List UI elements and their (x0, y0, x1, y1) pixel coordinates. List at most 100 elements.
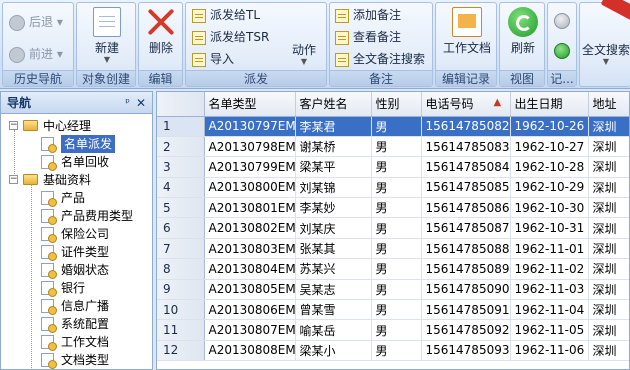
cell-customer-name[interactable]: 张某其 (295, 238, 372, 260)
cell-birth-date[interactable]: 1962-10-27 (510, 136, 589, 158)
cell-gender[interactable]: 男 (371, 319, 422, 341)
cell-address[interactable]: 深圳 (588, 136, 629, 158)
forward-button[interactable]: 前进 ▾ (9, 45, 63, 63)
tree-item[interactable]: 证件类型 (1, 243, 151, 261)
column-header-birth-date[interactable]: 出生日期 (510, 92, 589, 117)
import-button[interactable]: 导入 (192, 50, 234, 68)
column-header-phone[interactable]: 电话号码 ▲ (421, 92, 511, 117)
cell-phone[interactable]: 15614785088 (421, 238, 511, 260)
cell-birth-date[interactable]: 1962-11-04 (510, 299, 589, 321)
cell-customer-name[interactable]: 吴某志 (295, 279, 372, 301)
tree-item[interactable]: 信息广播 (1, 297, 151, 315)
cell-list-type[interactable]: A20130807EM (204, 319, 296, 341)
cell-phone[interactable]: 15614785084 (421, 156, 511, 178)
cell-birth-date[interactable]: 1962-11-01 (510, 238, 589, 260)
new-button[interactable]: 新建 ▼ (91, 7, 123, 64)
record-down-button[interactable] (554, 43, 570, 61)
cell-customer-name[interactable]: 谢某桥 (295, 136, 372, 158)
cell-birth-date[interactable]: 1962-10-31 (510, 217, 589, 239)
cell-phone[interactable]: 15614785091 (421, 299, 511, 321)
row-number[interactable]: 7 (157, 238, 205, 260)
cell-address[interactable]: 深圳 (588, 217, 629, 239)
record-up-button[interactable] (554, 13, 570, 31)
cell-customer-name[interactable]: 梁某小 (295, 340, 372, 362)
row-number[interactable]: 12 (157, 340, 205, 362)
cell-list-type[interactable]: A20130797EM (204, 116, 296, 137)
fulltext-note-search-button[interactable]: 全文备注搜索 (335, 50, 425, 68)
cell-customer-name[interactable]: 李某君 (295, 116, 372, 137)
column-header-list-type[interactable]: 名单类型 (204, 92, 296, 117)
table-row[interactable]: 7 A20130803EM 张某其男 15614785088 1962-11-01 深圳 (157, 238, 629, 260)
cell-gender[interactable]: 男 (371, 177, 422, 199)
tree-item[interactable]: 婚姻状态 (1, 261, 151, 279)
work-doc-button[interactable]: 工作文档 (440, 7, 494, 56)
row-number[interactable]: 8 (157, 258, 205, 280)
tree-item[interactable]: − 中心经理 (1, 117, 151, 135)
cell-birth-date[interactable]: 1962-11-03 (510, 279, 589, 301)
tree-item[interactable]: − 基础资料 (1, 171, 151, 189)
table-row[interactable]: 8 A20130804EM 苏某兴男 15614785089 1962-11-02 深圳 (157, 258, 629, 280)
cell-birth-date[interactable]: 1962-10-30 (510, 197, 589, 219)
cell-birth-date[interactable]: 1962-10-28 (510, 156, 589, 178)
tree-item[interactable]: 名单派发 (1, 135, 151, 153)
cell-address[interactable]: 深圳 (588, 197, 629, 219)
cell-customer-name[interactable]: 刘某锦 (295, 177, 372, 199)
table-row[interactable]: 9 A20130805EM 吴某志男 15614785090 1962-11-03 深圳 (157, 279, 629, 301)
cell-phone[interactable]: 15614785086 (421, 197, 511, 219)
tree-item[interactable]: 名单回收 (1, 153, 151, 171)
column-header-address[interactable]: 地址 (588, 92, 629, 117)
dispatch-tl-button[interactable]: 派发给TL (192, 6, 260, 24)
cell-phone[interactable]: 15614785089 (421, 258, 511, 280)
view-note-button[interactable]: 查看备注 (335, 28, 401, 46)
cell-list-type[interactable]: A20130805EM (204, 279, 296, 301)
table-row[interactable]: 3 A20130799EM 梁某平男 15614785084 1962-10-28 深圳 (157, 156, 629, 178)
back-button[interactable]: 后退 ▾ (9, 13, 63, 31)
cell-gender[interactable]: 男 (371, 238, 422, 260)
row-number[interactable]: 11 (157, 319, 205, 341)
cell-address[interactable]: 深圳 (588, 238, 629, 260)
table-row[interactable]: 12 A20130808EM 梁某小男 15614785093 1962-11-06 深圳 (157, 340, 629, 362)
table-row[interactable]: 6 A20130802EM 刘某庆男 15614785087 1962-10-31 深圳 (157, 217, 629, 239)
table-row[interactable]: 4 A20130800EM 刘某锦男 15614785085 1962-10-29 深圳 (157, 177, 629, 199)
cell-phone[interactable]: 15614785087 (421, 217, 511, 239)
row-number[interactable]: 1 (157, 116, 205, 137)
row-number[interactable]: 9 (157, 279, 205, 301)
cell-list-type[interactable]: A20130802EM (204, 217, 296, 239)
cell-address[interactable]: 深圳 (588, 258, 629, 280)
cell-list-type[interactable]: A20130801EM (204, 197, 296, 219)
cell-list-type[interactable]: A20130806EM (204, 299, 296, 321)
cell-customer-name[interactable]: 李某妙 (295, 197, 372, 219)
table-row[interactable]: 10 A20130806EM 曾某雪男 15614785091 1962-11-04 深圳 (157, 299, 629, 321)
row-number[interactable]: 5 (157, 197, 205, 219)
cell-gender[interactable]: 男 (371, 217, 422, 239)
cell-list-type[interactable]: A20130804EM (204, 258, 296, 280)
cell-birth-date[interactable]: 1962-11-02 (510, 258, 589, 280)
cell-list-type[interactable]: A20130808EM (204, 340, 296, 362)
cell-phone[interactable]: 15614785093 (421, 340, 511, 362)
cell-birth-date[interactable]: 1962-11-05 (510, 319, 589, 341)
tree-collapse-icon[interactable]: − (9, 121, 18, 130)
cell-list-type[interactable]: A20130799EM (204, 156, 296, 178)
cell-phone[interactable]: 15614785085 (421, 177, 511, 199)
cell-address[interactable]: 深圳 (588, 156, 629, 178)
cell-customer-name[interactable]: 曾某雪 (295, 299, 372, 321)
cell-address[interactable]: 深圳 (588, 340, 629, 362)
cell-phone[interactable]: 15614785083 (421, 136, 511, 158)
action-button[interactable]: 动作 ▼ (286, 39, 322, 66)
cell-phone[interactable]: 15614785082 (421, 116, 511, 137)
tree-item[interactable]: 产品费用类型 (1, 207, 151, 225)
column-header-gender[interactable]: 性别 (371, 92, 422, 117)
cell-customer-name[interactable]: 刘某庆 (295, 217, 372, 239)
cell-address[interactable]: 深圳 (588, 319, 629, 341)
cell-list-type[interactable]: A20130798EM (204, 136, 296, 158)
cell-address[interactable]: 深圳 (588, 279, 629, 301)
row-number[interactable]: 4 (157, 177, 205, 199)
cell-gender[interactable]: 男 (371, 279, 422, 301)
cell-gender[interactable]: 男 (371, 116, 422, 137)
row-number[interactable]: 2 (157, 136, 205, 158)
tree-item[interactable]: 文档类型 (1, 351, 151, 369)
cell-birth-date[interactable]: 1962-10-26 (510, 116, 589, 137)
column-header-customer-name[interactable]: 客户姓名 (295, 92, 372, 117)
cell-address[interactable]: 深圳 (588, 299, 629, 321)
delete-button[interactable]: 删除 (145, 7, 177, 56)
